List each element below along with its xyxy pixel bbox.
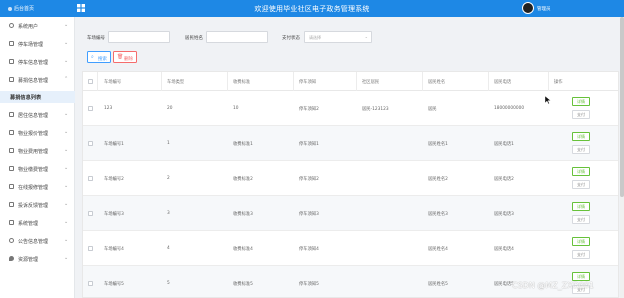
file-icon xyxy=(9,166,14,171)
filter-parking-code-label: 车场编号 xyxy=(87,36,105,41)
scrollbar-thumb[interactable] xyxy=(620,17,624,197)
detail-button[interactable]: 详情 xyxy=(572,132,590,141)
pin-icon xyxy=(9,256,14,261)
sidebar-item-resource[interactable]: 资源管理 ⌄ xyxy=(0,255,75,265)
gear-icon xyxy=(9,238,14,243)
search-icon: ⌕ xyxy=(91,54,94,60)
sidebar-item-residence[interactable]: 居住信息管理 ⌄ xyxy=(0,111,75,121)
filter-resident-name-label: 居民姓名 xyxy=(185,36,203,41)
file-icon xyxy=(9,112,14,117)
chevron-down-icon: ⌄ xyxy=(64,111,69,117)
detail-button[interactable]: 详情 xyxy=(572,237,590,246)
file-icon xyxy=(9,77,14,82)
table-header: 车场编号 车场类型 收费标准 停车须知 社区居民 居民姓名 居民电话 操作 xyxy=(83,72,618,91)
sidebar-item-announcement[interactable]: 公告信息管理 ⌄ xyxy=(0,237,75,247)
chevron-down-icon: ⌄ xyxy=(364,34,368,39)
sidebar-item-property-quote[interactable]: 物业报价管理 ⌄ xyxy=(0,129,75,139)
detail-button[interactable]: 详情 xyxy=(572,272,590,281)
search-button[interactable]: ⌕ 搜索 xyxy=(87,51,111,63)
resident-name-input[interactable] xyxy=(206,31,268,43)
row-checkbox[interactable] xyxy=(88,281,93,286)
table-row[interactable]: 123 20 10 停车须知2 居民-123123 居民 18000000000… xyxy=(83,91,618,126)
trash-icon: 🗑 xyxy=(117,54,124,60)
col-actions: 操作 xyxy=(554,80,563,85)
filter-pay-status-label: 支付状态 xyxy=(282,36,300,41)
chevron-down-icon: ⌄ xyxy=(64,219,69,225)
detail-button[interactable]: 详情 xyxy=(572,97,590,106)
pay-button[interactable]: 支付 xyxy=(572,145,590,154)
sidebar-item-users[interactable]: 系统用户 ⌄ xyxy=(0,22,75,32)
chevron-down-icon: ⌄ xyxy=(64,201,69,207)
top-bar: 后台首页 欢迎使用毕业社区电子政务管理系统 管理员 xyxy=(0,0,624,17)
pay-button[interactable]: 支付 xyxy=(572,110,590,119)
col-resident-phone[interactable]: 居民电话 xyxy=(494,79,511,85)
table-row[interactable]: 车场编号2 2 收费标准2 停车须知2 居民姓名2 居民电话2 详情 支付 xyxy=(83,161,618,196)
sidebar-item-donation-list[interactable]: 募捐信息列表 xyxy=(0,91,75,103)
delete-button[interactable]: 🗑 删除 xyxy=(113,51,137,63)
file-icon xyxy=(9,202,14,207)
sidebar-item-parking-lot[interactable]: 停车场管理 ⌄ xyxy=(0,40,75,50)
watermark: CSDN @MZ_ZXD001 xyxy=(512,281,595,290)
main-content: 车场编号 居民姓名 支付状态 请选择 ⌄ ⌕ 搜索 🗑 删除 车场编号 车场类型 收… xyxy=(75,17,624,298)
avatar[interactable] xyxy=(522,2,534,14)
col-resident-name[interactable]: 居民姓名 xyxy=(428,79,445,85)
col-parking-type[interactable]: 车场类型 xyxy=(167,79,184,85)
pay-button[interactable]: 支付 xyxy=(572,215,590,224)
row-checkbox[interactable] xyxy=(88,106,93,111)
col-parking-code[interactable]: 车场编号 xyxy=(104,79,121,85)
sidebar-item-complaint[interactable]: 投诉反馈管理 ⌄ xyxy=(0,201,75,211)
sidebar-item-property-fee[interactable]: 物业费用管理 ⌄ xyxy=(0,147,75,157)
select-all-checkbox[interactable] xyxy=(88,79,93,84)
sidebar-item-system[interactable]: 系统管理 ⌄ xyxy=(0,219,75,229)
sidebar-item-repair[interactable]: 在线报修管理 ⌄ xyxy=(0,183,75,193)
pay-button[interactable]: 支付 xyxy=(572,180,590,189)
pay-button[interactable]: 支付 xyxy=(572,250,590,259)
chevron-down-icon: ⌄ xyxy=(64,255,69,261)
pay-status-select[interactable]: 请选择 ⌄ xyxy=(304,31,372,43)
table-row[interactable]: 车场编号3 3 收费标准3 停车须知3 居民姓名3 居民电话3 详情 支付 xyxy=(83,196,618,231)
user-name[interactable]: 管理员 xyxy=(537,6,551,12)
row-checkbox[interactable] xyxy=(88,176,93,181)
file-icon xyxy=(9,41,14,46)
chart-icon xyxy=(9,220,14,225)
chevron-down-icon: ⌄ xyxy=(64,183,69,189)
sidebar-item-property-payment[interactable]: 物业缴费管理 ⌄ xyxy=(0,165,75,175)
chevron-down-icon: ⌄ xyxy=(64,147,69,153)
chevron-down-icon: ⌄ xyxy=(64,237,69,243)
chevron-down-icon: ⌄ xyxy=(64,58,69,64)
row-checkbox[interactable] xyxy=(88,141,93,146)
detail-button[interactable]: 详情 xyxy=(572,167,590,176)
mouse-cursor-icon xyxy=(545,96,551,104)
chevron-down-icon: ⌄ xyxy=(64,165,69,171)
parking-code-input[interactable] xyxy=(108,31,170,43)
sidebar: 系统用户 ⌄ 停车场管理 ⌄ 停车信息管理 ⌄ 募捐信息管理 ⌃ 募捐信息列表 居住信息… xyxy=(0,17,75,298)
data-table: 车场编号 车场类型 收费标准 停车须知 社区居民 居民姓名 居民电话 操作 12… xyxy=(82,71,619,298)
file-icon xyxy=(9,148,14,153)
file-icon xyxy=(9,184,14,189)
filter-bar: 车场编号 居民姓名 支付状态 请选择 ⌄ xyxy=(75,17,624,47)
sidebar-item-parking-info[interactable]: 停车信息管理 ⌄ xyxy=(0,58,75,68)
table-row[interactable]: 车场编号1 1 收费标准1 停车须知1 居民姓名1 居民电话1 详情 支付 xyxy=(83,126,618,161)
col-resident[interactable]: 社区居民 xyxy=(362,79,379,85)
pay-status-placeholder: 请选择 xyxy=(309,35,321,40)
row-checkbox[interactable] xyxy=(88,211,93,216)
chevron-down-icon: ⌄ xyxy=(64,40,69,46)
col-fee-standard[interactable]: 收费标准 xyxy=(233,79,250,85)
detail-button[interactable]: 详情 xyxy=(572,202,590,211)
sidebar-item-donation[interactable]: 募捐信息管理 ⌃ xyxy=(0,76,75,86)
chevron-down-icon: ⌄ xyxy=(64,129,69,135)
col-parking-notice[interactable]: 停车须知 xyxy=(299,79,316,85)
chevron-up-icon: ⌃ xyxy=(64,76,69,82)
row-checkbox[interactable] xyxy=(88,246,93,251)
table-row[interactable]: 车场编号4 4 收费标准4 停车须知4 居民姓名4 居民电话4 详情 支付 xyxy=(83,231,618,266)
chevron-down-icon: ⌄ xyxy=(64,22,69,28)
file-icon xyxy=(9,59,14,64)
user-icon xyxy=(9,23,14,28)
file-icon xyxy=(9,130,14,135)
